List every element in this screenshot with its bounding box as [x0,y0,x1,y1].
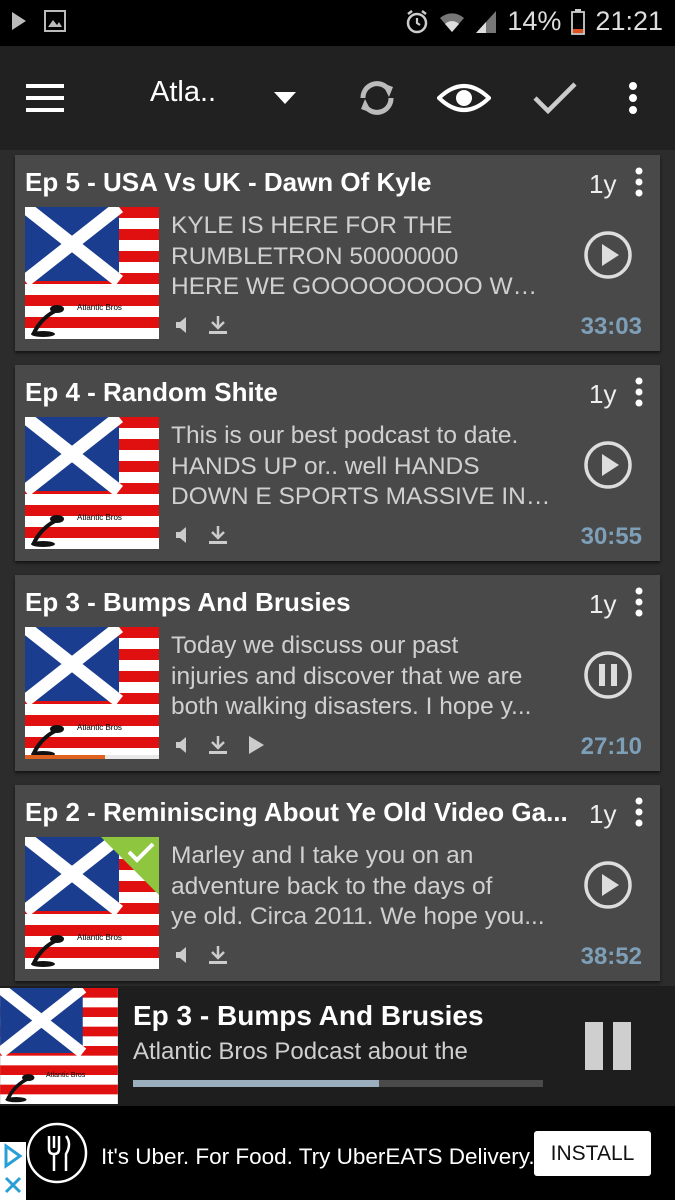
download-icon[interactable] [207,945,229,965]
episode-description: This is our best podcast to date. HANDS … [171,421,551,513]
mark-all-played-button[interactable] [528,46,582,150]
description-line: HERE WE GOOOOOOOOO WOO... [171,273,551,300]
episode-progress-fill [25,755,106,759]
episode-duration: 33:03 [580,313,642,340]
volume-icon [176,317,186,333]
player-progress-fill [133,1080,379,1087]
play-button[interactable] [583,230,633,280]
ad-banner[interactable]: It's Uber. For Food. Try UberEATS Delive… [0,1106,675,1200]
more-vert-icon [629,82,637,114]
episode-age: 1y [589,379,617,409]
episode-card[interactable]: Ep 4 - Random Shite 1y Atlantic Bros Thi… [15,365,660,561]
alarm-icon [407,9,428,33]
episode-description: KYLE IS HERE FOR THE RUMBLETRON 50000000… [171,211,551,303]
description-line: adventure back to the days of [171,872,493,900]
description-line: DOWN E SPORTS MASSIVE INT... [171,483,551,510]
description-line: Marley and I take you on an [171,842,474,869]
pause-button[interactable] [583,650,633,700]
artwork-caption: Atlantic Bros [77,933,122,942]
hamburger-icon [26,84,64,112]
podcast-artwork: Atlantic Bros [25,417,159,549]
episode-title: Ep 5 - USA Vs UK - Dawn Of Kyle [25,167,432,197]
episode-description: Today we discuss our past injuries and d… [171,631,551,723]
refresh-button[interactable] [350,46,404,150]
volume-icon [176,947,186,963]
episode-menu-icon[interactable] [629,167,649,197]
player-pause-button[interactable] [583,1022,633,1070]
played-check-icon [127,842,155,863]
description-line: RUMBLETRON 50000000 [171,242,459,270]
artwork-caption: Atlantic Bros [46,1072,86,1079]
refresh-icon [360,81,394,115]
feed-selector[interactable]: Atla.. [150,76,216,109]
artwork-caption: Atlantic Bros [77,723,122,732]
episode-card[interactable]: Ep 3 - Bumps And Brusies 1y Atlantic Bro… [15,575,660,771]
description-line: ye old. Circa 2011. We hope you... [171,903,545,930]
volume-icon [176,527,186,543]
description-line: This is our best podcast to date. [171,422,519,449]
mark-viewed-button[interactable] [436,46,492,150]
player-progress-bar[interactable] [133,1080,543,1087]
episode-list[interactable]: Ep 5 - USA Vs UK - Dawn Of Kyle 1y Atlan… [0,150,675,986]
eye-icon [437,84,491,112]
ubereats-logo-icon [26,1122,88,1184]
ad-text: It's Uber. For Food. Try UberEATS Delive… [101,1144,535,1169]
download-icon[interactable] [207,735,229,755]
checkmark-icon [533,82,577,115]
podcast-artwork: Atlantic Bros [25,207,159,339]
episode-duration: 27:10 [580,733,642,760]
description-line: KYLE IS HERE FOR THE [171,212,453,239]
player-artwork: Atlantic Bros [0,988,118,1104]
wifi-icon [440,12,465,32]
episode-menu-icon[interactable] [629,587,649,617]
player-subtitle: Atlantic Bros Podcast about the [133,1038,468,1065]
podcast-artwork: Atlantic Bros [25,627,159,759]
episode-duration: 38:52 [580,943,642,970]
play-button[interactable] [583,860,633,910]
episode-card[interactable]: Ep 5 - USA Vs UK - Dawn Of Kyle 1y Atlan… [15,155,660,351]
artwork-caption: Atlantic Bros [77,513,122,522]
dropdown-arrow-icon [274,92,296,104]
episode-title: Ep 4 - Random Shite [25,377,278,407]
battery-icon [571,8,586,35]
ad-install-button[interactable]: INSTALL [534,1131,651,1176]
episode-title: Ep 2 - Reminiscing About Ye Old Video Ga… [25,797,568,827]
episode-age: 1y [589,589,617,619]
now-playing-icon [249,736,264,754]
episode-menu-icon[interactable] [629,377,649,407]
volume-icon [176,737,186,753]
feed-dropdown[interactable] [270,46,300,150]
episode-menu-icon[interactable] [629,797,649,827]
clock-time: 21:21 [595,6,663,36]
description-line: Today we discuss our past [171,632,459,659]
mini-player[interactable]: Atlantic Bros Ep 3 - Bumps And Brusies A… [0,986,675,1106]
menu-button[interactable] [20,46,70,150]
episode-title: Ep 3 - Bumps And Brusies [25,587,351,617]
download-icon[interactable] [207,525,229,545]
episode-age: 1y [589,799,617,829]
episode-duration: 30:55 [580,523,642,550]
description-line: both walking disasters. I hope y... [171,693,532,720]
battery-percent: 14% [507,6,562,36]
app-toolbar: Atla.. [0,46,675,150]
status-bar: 14% 21:21 [0,0,675,46]
artwork-caption: Atlantic Bros [77,303,122,312]
signal-icon [476,10,497,33]
player-title: Ep 3 - Bumps And Brusies [133,1000,484,1031]
episode-age: 1y [589,169,617,199]
play-notification-icon [12,12,26,30]
play-button[interactable] [583,440,633,490]
overflow-menu-button[interactable] [618,46,648,150]
description-line: injuries and discover that we are [171,662,523,690]
episode-card[interactable]: Ep 2 - Reminiscing About Ye Old Video Ga… [15,785,660,981]
feed-title: Atla.. [150,76,217,108]
episode-description: Marley and I take you on an adventure ba… [171,841,551,933]
episode-progress-bar [25,755,159,759]
podcast-artwork: Atlantic Bros [25,837,159,969]
download-icon[interactable] [207,315,229,335]
adchoices-icon[interactable] [0,1142,26,1200]
description-line: HANDS UP or.. well HANDS [171,452,480,480]
image-notification-icon [44,10,66,32]
